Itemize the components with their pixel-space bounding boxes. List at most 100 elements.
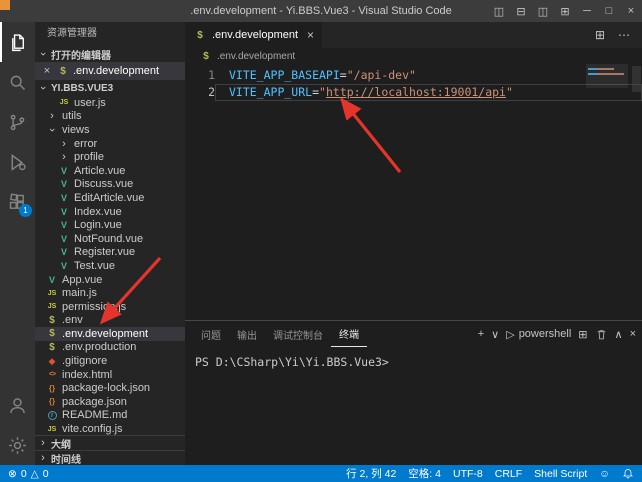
chevron-right-icon: › <box>45 110 59 122</box>
file-label: App.vue <box>62 274 102 286</box>
source-control-icon[interactable] <box>0 102 35 142</box>
notifications-bell-icon[interactable] <box>622 467 634 480</box>
tree-item-package.json[interactable]: {}package.json <box>35 395 185 409</box>
terminal-content[interactable]: PS D:\CSharp\Yi\Yi.BBS.Vue3> <box>185 347 642 465</box>
vue-icon: V <box>57 233 71 245</box>
close-window-button[interactable]: × <box>620 0 642 22</box>
tree-item-index.html[interactable]: <>index.html <box>35 368 185 382</box>
tab-env-development[interactable]: $ .env.development × <box>185 22 322 48</box>
env-icon: $ <box>56 65 70 77</box>
chevron-down-icon: › <box>37 82 49 94</box>
tree-item-Test.vue[interactable]: VTest.vue <box>35 259 185 273</box>
timeline-header[interactable]: › 时间线 <box>35 450 185 465</box>
tree-item-package-lock.json[interactable]: {}package-lock.json <box>35 381 185 395</box>
new-terminal-icon[interactable]: + <box>478 328 484 340</box>
more-actions-icon[interactable]: ⋯ <box>614 28 634 42</box>
indentation[interactable]: 空格: 4 <box>408 466 441 481</box>
tree-item-NotFound.vue[interactable]: VNotFound.vue <box>35 232 185 246</box>
panel-tab-输出[interactable]: 输出 <box>229 321 265 347</box>
explorer-icon[interactable] <box>0 22 35 62</box>
maximize-button[interactable]: □ <box>598 0 620 22</box>
run-debug-icon[interactable] <box>0 142 35 182</box>
title-bar: .env.development - Yi.BBS.Vue3 - Visual … <box>0 0 642 22</box>
line-number: 2 <box>185 84 215 101</box>
env-icon: $ <box>45 341 59 353</box>
encoding[interactable]: UTF-8 <box>453 468 483 480</box>
editor-scrollbar[interactable] <box>632 66 641 92</box>
problems-status[interactable]: ⊗ 0 △ 0 <box>8 468 49 480</box>
code-token: http://localhost:19001/api <box>326 85 506 99</box>
eol-sequence[interactable]: CRLF <box>495 468 522 480</box>
shell-selector[interactable]: ▷ powershell <box>506 328 571 341</box>
close-tab-icon[interactable]: × <box>307 28 314 42</box>
tree-item-Article.vue[interactable]: VArticle.vue <box>35 164 185 178</box>
vue-icon: V <box>45 274 59 286</box>
split-terminal-icon[interactable]: ⊞ <box>578 328 587 341</box>
account-icon[interactable] <box>0 385 35 425</box>
search-icon[interactable] <box>0 62 35 102</box>
tree-item-.gitignore[interactable]: ◆.gitignore <box>35 354 185 368</box>
tree-item-Discuss.vue[interactable]: VDiscuss.vue <box>35 178 185 192</box>
tree-item-Login.vue[interactable]: VLogin.vue <box>35 218 185 232</box>
kill-terminal-icon[interactable] <box>595 328 608 341</box>
layout-panel-icon[interactable]: ⊟ <box>510 0 532 22</box>
code-editor[interactable]: 1VITE_APP_BASEAPI="/api-dev"2VITE_APP_UR… <box>185 64 642 320</box>
tree-item-App.vue[interactable]: VApp.vue <box>35 273 185 287</box>
orange-marker <box>0 0 10 10</box>
tree-item-main.js[interactable]: JSmain.js <box>35 286 185 300</box>
file-label: Discuss.vue <box>74 178 133 190</box>
project-header[interactable]: › YI.BBS.VUE3 <box>35 80 185 96</box>
tree-item-README.md[interactable]: iREADME.md <box>35 409 185 423</box>
tree-item-Index.vue[interactable]: VIndex.vue <box>35 205 185 219</box>
minimize-button[interactable]: ─ <box>576 0 598 22</box>
minimap[interactable] <box>588 68 626 75</box>
settings-gear-icon[interactable] <box>0 425 35 465</box>
maximize-panel-icon[interactable]: ∧ <box>615 328 623 341</box>
panel-tab-问题[interactable]: 问题 <box>193 321 229 347</box>
titlebar-actions: ◫ ⊟ ◫ ⊞ ─ □ × <box>488 0 642 22</box>
customize-layout-icon[interactable]: ⊞ <box>554 0 576 22</box>
file-label: package.json <box>62 396 127 408</box>
open-editor-item[interactable]: × $ .env.development <box>35 62 185 80</box>
js-icon: JS <box>45 287 59 299</box>
extensions-icon[interactable]: 1 <box>0 182 35 222</box>
close-editor-icon[interactable]: × <box>41 65 53 77</box>
breadcrumb[interactable]: $ .env.development <box>185 48 642 64</box>
file-label: Index.vue <box>74 206 122 218</box>
tab-label: .env.development <box>212 29 298 41</box>
panel-tab-调试控制台[interactable]: 调试控制台 <box>265 321 331 347</box>
tree-item-profile[interactable]: ›profile <box>35 150 185 164</box>
tree-item-views[interactable]: ›views <box>35 123 185 137</box>
explorer-sidebar: 资源管理器 › 打开的编辑器 × $ .env.development › YI… <box>35 22 185 465</box>
vue-icon: V <box>57 206 71 218</box>
tree-item-user.js[interactable]: JSuser.js <box>35 96 185 110</box>
feedback-smiley-icon[interactable]: ☺ <box>599 468 610 480</box>
tree-item-.env.development[interactable]: $.env.development <box>35 327 185 341</box>
file-label: README.md <box>62 409 127 421</box>
layout-sidebar-icon[interactable]: ◫ <box>488 0 510 22</box>
terminal-profile-dropdown-icon[interactable]: ∨ <box>491 328 499 341</box>
file-label: main.js <box>62 287 97 299</box>
tree-item-.env.production[interactable]: $.env.production <box>35 341 185 355</box>
cursor-position[interactable]: 行 2, 列 42 <box>346 466 396 481</box>
panel-tab-终端[interactable]: 终端 <box>331 321 367 347</box>
close-panel-icon[interactable]: × <box>630 328 636 340</box>
tree-item-Register.vue[interactable]: VRegister.vue <box>35 246 185 260</box>
language-mode[interactable]: Shell Script <box>534 468 587 480</box>
open-editors-header[interactable]: › 打开的编辑器 <box>35 46 185 62</box>
panel: 问题输出调试控制台终端 + ∨ ▷ powershell ⊞ ∧ × <box>185 320 642 465</box>
html-icon: <> <box>45 369 59 381</box>
outline-header[interactable]: › 大纲 <box>35 435 185 450</box>
code-line-2[interactable]: 2VITE_APP_URL="http://localhost:19001/ap… <box>185 84 642 101</box>
tree-item-permission.js[interactable]: JSpermission.js <box>35 300 185 314</box>
split-editor-icon[interactable]: ⊞ <box>590 28 610 42</box>
code-line-1[interactable]: 1VITE_APP_BASEAPI="/api-dev" <box>185 67 642 84</box>
tree-item-error[interactable]: ›error <box>35 137 185 151</box>
file-label: error <box>74 138 97 150</box>
code-token: " <box>319 85 326 99</box>
tree-item-vite.config.js[interactable]: JSvite.config.js <box>35 422 185 435</box>
tree-item-utils[interactable]: ›utils <box>35 110 185 124</box>
tree-item-EditArticle.vue[interactable]: VEditArticle.vue <box>35 191 185 205</box>
layout-secondary-sidebar-icon[interactable]: ◫ <box>532 0 554 22</box>
tree-item-.env[interactable]: $.env <box>35 314 185 328</box>
